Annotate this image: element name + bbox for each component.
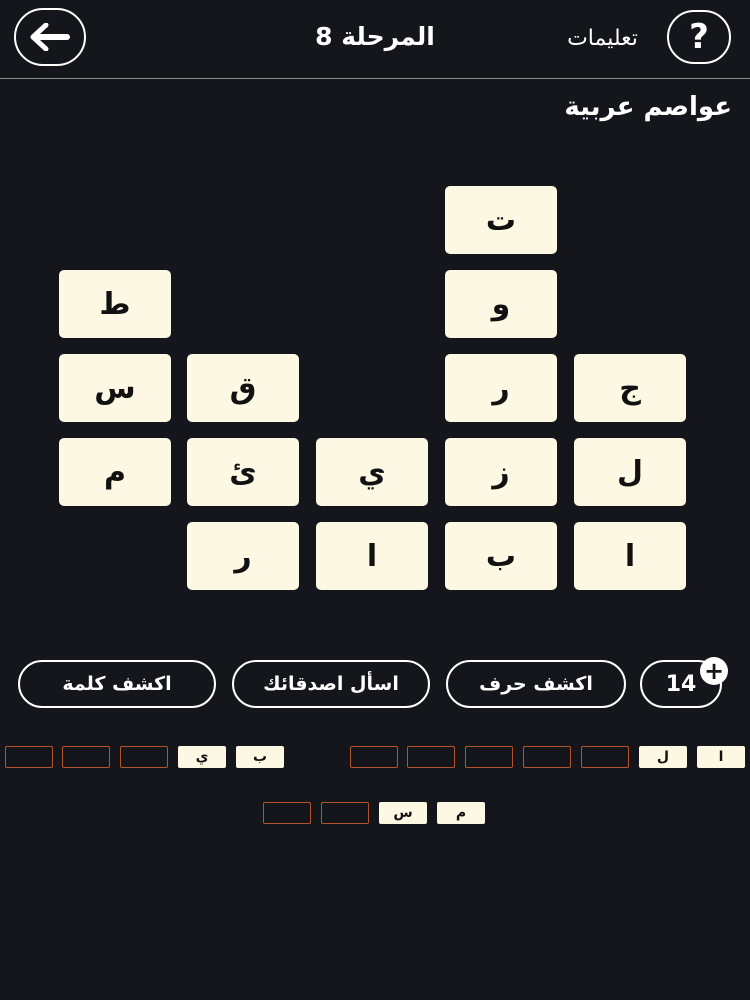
letter-tile[interactable]: ت bbox=[445, 186, 557, 254]
letter-tile[interactable]: ق bbox=[187, 354, 299, 422]
level-title: المرحلة 8 bbox=[315, 22, 435, 51]
back-button[interactable] bbox=[14, 8, 86, 66]
answer-slot: ب bbox=[236, 746, 284, 768]
category-title: عواصم عربية bbox=[564, 92, 732, 122]
answer-slot: ي bbox=[178, 746, 226, 768]
letter-tile[interactable]: ئ bbox=[187, 438, 299, 506]
answer-slot bbox=[321, 802, 369, 824]
letter-tile[interactable]: ر bbox=[445, 354, 557, 422]
question-mark-icon: ? bbox=[689, 17, 709, 57]
letter-tile[interactable]: ج bbox=[574, 354, 686, 422]
letter-tile[interactable]: ي bbox=[316, 438, 428, 506]
answer-slot bbox=[350, 746, 398, 768]
reveal-letter-button[interactable]: اكشف حرف bbox=[446, 660, 626, 708]
letter-tile[interactable]: ب bbox=[445, 522, 557, 590]
letter-tile[interactable]: ر bbox=[187, 522, 299, 590]
answer-slot bbox=[523, 746, 571, 768]
help-button[interactable]: ? bbox=[667, 10, 731, 64]
letter-tile[interactable]: و bbox=[445, 270, 557, 338]
answer-slot: ل bbox=[639, 746, 687, 768]
add-coins-icon[interactable]: + bbox=[700, 657, 728, 685]
letter-tile[interactable]: س bbox=[59, 354, 171, 422]
letter-tile[interactable]: ا bbox=[574, 522, 686, 590]
letter-tile[interactable]: م bbox=[59, 438, 171, 506]
answer-slot: ا bbox=[697, 746, 745, 768]
answer-slot bbox=[407, 746, 455, 768]
answer-slot bbox=[5, 746, 53, 768]
instructions-label[interactable]: تعليمات bbox=[545, 26, 660, 51]
letter-tile[interactable]: ل bbox=[574, 438, 686, 506]
answer-slot bbox=[263, 802, 311, 824]
answer-slot bbox=[120, 746, 168, 768]
arrow-left-icon bbox=[30, 23, 70, 51]
answer-slot bbox=[581, 746, 629, 768]
reveal-word-button[interactable]: اكشف كلمة bbox=[18, 660, 216, 708]
letter-tile[interactable]: ا bbox=[316, 522, 428, 590]
answer-slot bbox=[465, 746, 513, 768]
coins-value: 14 bbox=[665, 671, 697, 697]
letter-tile[interactable]: ط bbox=[59, 270, 171, 338]
answer-slot: م bbox=[437, 802, 485, 824]
answer-slot bbox=[62, 746, 110, 768]
answer-slot: س bbox=[379, 802, 427, 824]
letter-tile[interactable]: ز bbox=[445, 438, 557, 506]
top-bar: المرحلة 8 تعليمات ? bbox=[0, 0, 750, 79]
ask-friends-button[interactable]: اسأل اصدقائك bbox=[232, 660, 430, 708]
